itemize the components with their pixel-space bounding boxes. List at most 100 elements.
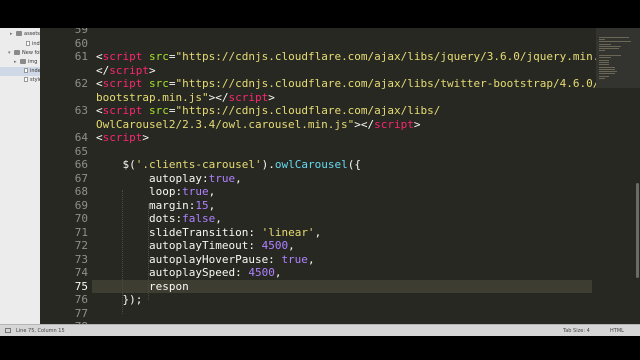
- panel-toggle-icon[interactable]: [5, 328, 11, 333]
- file-icon: [24, 68, 28, 73]
- code-token: autoplayTimeout:: [96, 239, 262, 252]
- minimap-line: [599, 64, 609, 66]
- code-token: loop:: [96, 185, 183, 198]
- code-line: autoplayHoverPause: true,: [96, 253, 315, 267]
- code-token: dots:: [96, 212, 183, 225]
- code-token: ).: [261, 158, 275, 171]
- code-token: </: [96, 63, 110, 77]
- code-token: ,: [235, 171, 242, 185]
- minimap-line: [599, 41, 631, 43]
- code-token: "https://cdnjs.cloudflare.com/ajax/libs/: [175, 104, 441, 117]
- code-token: script: [374, 117, 414, 131]
- syntax-selector[interactable]: HTML: [610, 325, 624, 336]
- code-token: script: [109, 63, 149, 77]
- code-token: >: [149, 63, 156, 77]
- line-number: 70: [74, 212, 88, 225]
- sidebar-item[interactable]: ▸ assets: [10, 30, 40, 39]
- file-icon: [24, 77, 28, 82]
- line-number: 74: [74, 266, 88, 279]
- code-line: respon: [96, 280, 189, 294]
- minimap-line: [599, 36, 629, 38]
- code-token: owlCarousel: [274, 158, 348, 171]
- code-token: ,: [288, 239, 295, 252]
- line-number: 71: [74, 225, 88, 239]
- status-bar: Line 75, Column 15 Tab Size: 4 HTML: [0, 324, 640, 336]
- editor-window: ▸assetsindex.html▾New folder▸imgindex.ht…: [0, 28, 640, 336]
- code-line: loop:true,: [96, 185, 215, 199]
- code-token: src: [149, 77, 169, 90]
- code-token: <: [96, 77, 103, 90]
- minimap-line: [599, 50, 605, 52]
- code-token: script: [102, 77, 143, 90]
- code-token: "https://cdnjs.cloudflare.com/ajax/libs/…: [175, 50, 620, 63]
- line-number: 63: [74, 104, 88, 117]
- sidebar-item[interactable]: index.html: [0, 67, 40, 76]
- tab-size-selector[interactable]: Tab Size: 4: [563, 325, 590, 336]
- code-area[interactable]: <script src="https://cdnjs.cloudflare.co…: [96, 28, 626, 324]
- code-line: <script>: [96, 131, 149, 145]
- minimap-line: [599, 55, 621, 56]
- code-token: 15: [195, 198, 209, 212]
- code-token: true: [182, 185, 209, 198]
- minimap-line: [599, 78, 605, 79]
- code-token: 4500: [248, 266, 275, 279]
- code-token: ,: [307, 252, 315, 266]
- line-number: 69: [74, 198, 88, 212]
- code-line: </script>: [96, 64, 156, 78]
- line-number: 65: [74, 144, 88, 158]
- code-token: script: [102, 50, 143, 63]
- code-token: 4500: [261, 239, 289, 252]
- line-number: 73: [74, 252, 88, 266]
- code-line: OwlCarousel2/2.3.4/owl.carousel.min.js">…: [96, 118, 421, 132]
- sidebar-item[interactable]: ▸ img: [14, 58, 37, 67]
- sidebar-item[interactable]: index.html: [20, 40, 40, 49]
- line-number-gutter: 5960616263646566676869707172737475767778: [40, 28, 92, 333]
- code-token: margin:: [96, 198, 196, 212]
- code-token: =: [168, 50, 176, 63]
- code-token: <: [96, 104, 103, 117]
- vertical-scrollbar[interactable]: [636, 183, 639, 278]
- minimap-line: [599, 61, 609, 63]
- folder-icon: [20, 59, 26, 64]
- minimap-line: [599, 38, 605, 40]
- code-token: <: [96, 131, 103, 144]
- minimap[interactable]: [596, 28, 640, 324]
- code-line: $('.clients-carousel').owlCarousel({: [96, 158, 360, 172]
- code-token: script: [102, 104, 143, 117]
- code-token: =: [168, 77, 176, 90]
- sidebar-item-label: New folder: [22, 50, 41, 56]
- code-token: ,: [215, 212, 222, 225]
- line-number: 67: [74, 171, 88, 185]
- code-token: OwlCarousel2/2.3.4/owl.carousel.min.js": [96, 117, 355, 131]
- code-line: <script src="https://cdnjs.cloudflare.co…: [96, 104, 440, 118]
- code-line: slideTransition: 'linear',: [96, 226, 321, 240]
- code-token: script: [228, 90, 269, 104]
- code-token: ></: [208, 90, 229, 104]
- minimap-line: [599, 68, 615, 70]
- code-token: false: [182, 212, 216, 225]
- code-token: >: [413, 117, 421, 131]
- line-number: 60: [74, 36, 88, 50]
- code-line: <script src="https://cdnjs.cloudflare.co…: [96, 50, 626, 64]
- code-token: ,: [208, 198, 216, 212]
- line-number: 68: [74, 185, 88, 198]
- code-token: ,: [208, 185, 216, 198]
- line-number: 76: [74, 293, 88, 306]
- code-token: ></: [354, 117, 375, 131]
- code-token: true: [208, 171, 236, 185]
- code-token: script: [102, 131, 143, 144]
- line-number: 77: [74, 306, 88, 320]
- line-number: 61: [74, 50, 88, 63]
- code-line: autoplay:true,: [96, 172, 242, 186]
- sidebar-item[interactable]: style.css: [18, 76, 40, 85]
- cursor-position: Line 75, Column 15: [16, 328, 65, 334]
- sidebar-item[interactable]: ▾New folder: [8, 49, 41, 58]
- code-token: src: [149, 104, 169, 117]
- code-token: slideTransition:: [96, 225, 262, 239]
- minimap-line: [599, 75, 609, 77]
- minimap-line: [599, 66, 615, 68]
- file-icon: [26, 41, 30, 46]
